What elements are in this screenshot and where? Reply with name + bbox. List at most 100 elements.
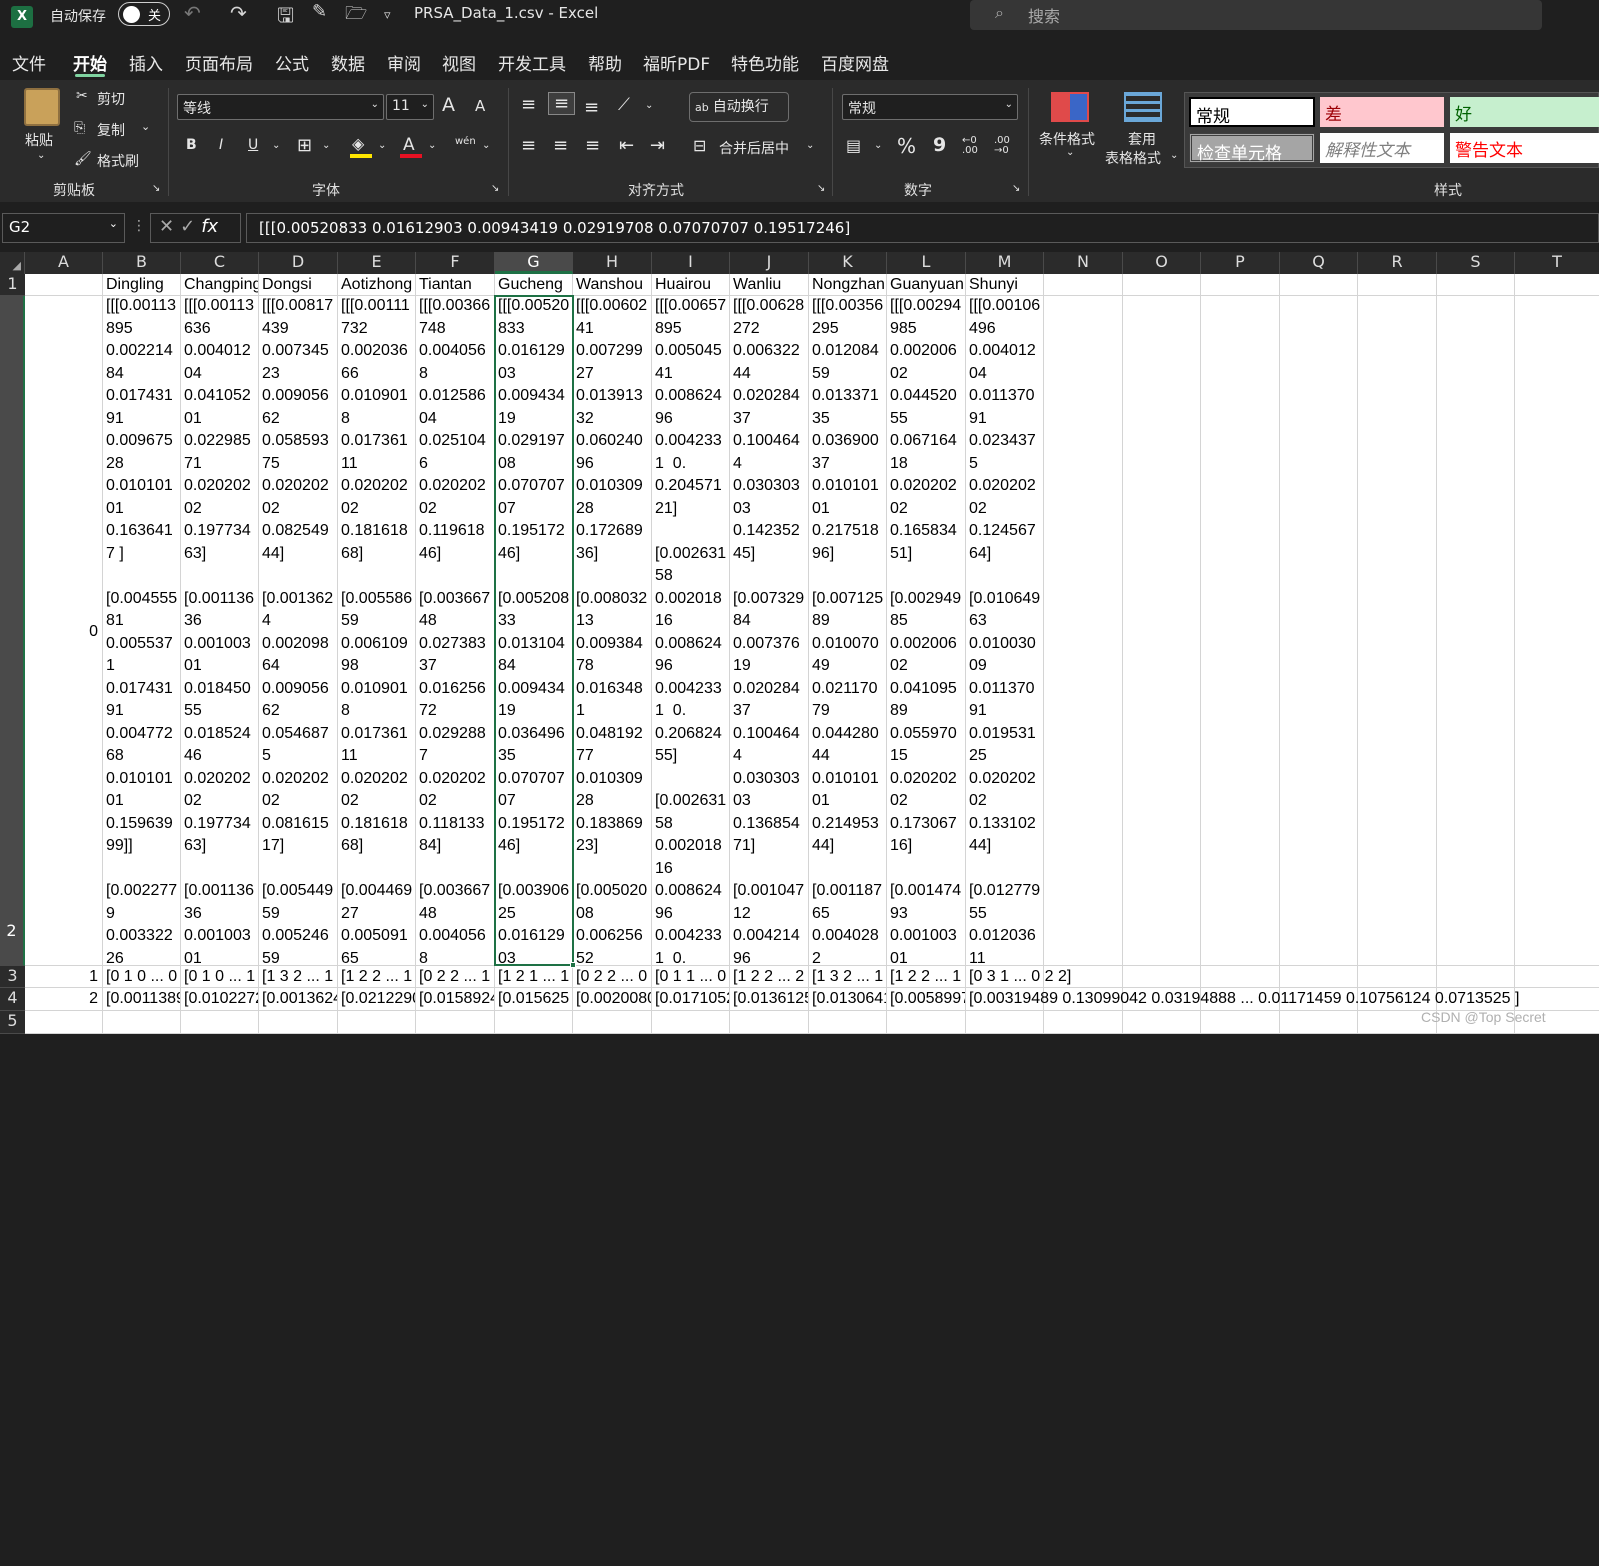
paste-button[interactable]: 粘贴: [25, 130, 53, 150]
format-painter-quick-icon[interactable]: ✎: [312, 1, 327, 22]
align-bottom-icon[interactable]: ≡: [584, 97, 599, 118]
undo-icon[interactable]: ↶: [184, 1, 201, 25]
format-painter-icon[interactable]: 🖌: [74, 151, 92, 167]
column-header[interactable]: T: [1515, 252, 1599, 274]
cell-data[interactable]: [[[0.00113 895 0.002214 84 0.017431 91 0…: [106, 295, 180, 965]
save-icon[interactable]: 🖫: [277, 1, 294, 35]
orientation-dropdown-icon[interactable]: ⌄: [645, 100, 653, 111]
cell-data[interactable]: [1 2 1 ... 1: [498, 966, 572, 989]
copy-button[interactable]: 复制: [97, 120, 125, 140]
font-color-icon[interactable]: A: [403, 135, 415, 155]
cell-data[interactable]: [[[0.00106 496 0.004012 04 0.011370 91 0…: [969, 295, 1043, 965]
cell-header[interactable]: Dongsi: [262, 274, 337, 297]
phonetic-guide-icon[interactable]: wén: [455, 136, 476, 147]
align-center-icon[interactable]: ≡: [553, 135, 568, 156]
cut-button[interactable]: 剪切: [97, 89, 125, 109]
row-header[interactable]: 3: [0, 966, 25, 988]
cell-data[interactable]: [0 2 2 ... 0: [576, 966, 651, 989]
cell-header[interactable]: Huairou: [655, 274, 729, 297]
column-header[interactable]: B: [103, 252, 181, 274]
format-as-table-line2[interactable]: 表格格式: [1105, 148, 1161, 168]
align-top-icon[interactable]: ≡: [521, 94, 536, 115]
cut-icon[interactable]: ✂: [76, 88, 88, 104]
cell-data[interactable]: [0 1 0 ... 0: [106, 966, 180, 989]
fill-color-icon[interactable]: ◈: [352, 134, 364, 153]
cell-data[interactable]: [[[0.00657 895 0.005045 41 0.008624 96 0…: [655, 295, 729, 965]
number-format-dropdown[interactable]: 常规 ⌄: [842, 94, 1018, 120]
column-header[interactable]: M: [966, 252, 1044, 274]
cell-header[interactable]: Shunyi: [969, 274, 1043, 297]
cell-data[interactable]: [[[0.00294 985 0.002006 02 0.044520 55 0…: [890, 295, 965, 965]
cell-data[interactable]: [[[0.00111 732 0.002036 66 0.010901 8 0.…: [341, 295, 415, 965]
cell-data[interactable]: [0 1 1 ... 0: [655, 966, 729, 989]
increase-decimal-icon[interactable]: ←0.00: [962, 136, 978, 156]
cell-data[interactable]: [0.015625: [498, 988, 572, 1011]
cell-data[interactable]: [[[0.00628 272 0.006322 44 0.020284 37 0…: [733, 295, 808, 965]
cell-data[interactable]: [0.0058997: [890, 988, 965, 1011]
column-header[interactable]: N: [1044, 252, 1123, 274]
row-header[interactable]: 1: [0, 274, 25, 296]
cell-data[interactable]: [[[0.00602 41 0.007299 27 0.013913 32 0.…: [576, 295, 651, 965]
borders-dropdown-icon[interactable]: ⌄: [322, 140, 330, 151]
cell-data[interactable]: [0.0011389: [106, 988, 180, 1011]
merge-center-button[interactable]: 合并后居中: [719, 138, 789, 158]
cell-data[interactable]: [[[0.00366 748 0.004056 8 0.012586 04 0.…: [419, 295, 494, 965]
conditional-format-icon[interactable]: [1051, 92, 1089, 122]
style-warning[interactable]: 警告文本: [1450, 133, 1599, 163]
accounting-format-icon[interactable]: ▤: [846, 136, 861, 155]
cell-header[interactable]: Changping: [184, 274, 258, 297]
clipboard-launcher-icon[interactable]: ↘: [152, 183, 160, 194]
cell-data[interactable]: [[[0.00817 439 0.007345 23 0.009056 62 0…: [262, 295, 337, 965]
enter-icon[interactable]: ✓: [180, 216, 195, 237]
cancel-icon[interactable]: ✕: [159, 216, 174, 237]
column-header[interactable]: C: [181, 252, 259, 274]
format-as-table-line1[interactable]: 套用: [1128, 129, 1156, 149]
paste-dropdown-icon[interactable]: ⌄: [37, 150, 45, 161]
conditional-format-dropdown-icon[interactable]: ⌄: [1066, 147, 1074, 158]
conditional-format-button[interactable]: 条件格式: [1039, 129, 1095, 149]
merge-center-icon[interactable]: ⊟: [693, 136, 706, 155]
font-name-dropdown[interactable]: 等线 ⌄: [177, 94, 384, 120]
align-right-icon[interactable]: ≡: [585, 135, 600, 156]
orientation-icon[interactable]: ⟋: [618, 95, 630, 115]
column-header[interactable]: I: [652, 252, 730, 274]
tab-help[interactable]: 帮助: [588, 50, 622, 75]
column-header[interactable]: D: [259, 252, 338, 274]
tab-page-layout[interactable]: 页面布局: [185, 50, 253, 75]
format-painter-button[interactable]: 格式刷: [97, 151, 139, 171]
phonetic-dropdown-icon[interactable]: ⌄: [482, 140, 490, 151]
cell-data[interactable]: [1 3 2 ... 1: [812, 966, 886, 989]
shrink-font-icon[interactable]: A: [475, 97, 485, 115]
fill-color-dropdown-icon[interactable]: ⌄: [378, 140, 386, 151]
increase-indent-icon[interactable]: ⇥: [650, 135, 665, 156]
column-header[interactable]: H: [573, 252, 652, 274]
column-header[interactable]: L: [887, 252, 966, 274]
cell-data[interactable]: [0.0013624: [262, 988, 337, 1011]
font-color-dropdown-icon[interactable]: ⌄: [428, 140, 436, 151]
column-header[interactable]: A: [25, 252, 103, 274]
cell-header[interactable]: Nongzhan: [812, 274, 886, 297]
tab-formulas[interactable]: 公式: [275, 50, 309, 75]
column-header[interactable]: E: [338, 252, 416, 274]
name-box[interactable]: G2 ⌄: [2, 213, 125, 243]
underline-dropdown-icon[interactable]: ⌄: [272, 140, 280, 151]
comma-style-button[interactable]: 9: [933, 134, 946, 156]
tab-foxit-pdf[interactable]: 福昕PDF: [643, 50, 710, 75]
cell-data[interactable]: [[[0.00356 295 0.012084 59 0.013371 35 0…: [812, 295, 886, 965]
italic-button[interactable]: I: [219, 137, 223, 153]
copy-dropdown-icon[interactable]: ⌄: [141, 120, 150, 133]
copy-icon[interactable]: ⎘: [74, 120, 85, 136]
cell-data[interactable]: [0 1 0 ... 1: [184, 966, 258, 989]
row-header-selected[interactable]: 2: [0, 296, 25, 966]
cell-header[interactable]: Wanshou: [576, 274, 651, 297]
font-launcher-icon[interactable]: ↘: [491, 183, 499, 194]
cell-data[interactable]: [1 2 2 ... 1: [341, 966, 415, 989]
cell-data[interactable]: [0.0158924: [419, 988, 494, 1011]
column-header[interactable]: Q: [1280, 252, 1358, 274]
cell-data[interactable]: [1 2 2 ... 2: [733, 966, 808, 989]
decrease-indent-icon[interactable]: ⇤: [619, 135, 634, 156]
font-size-dropdown[interactable]: 11 ⌄: [386, 94, 434, 120]
select-all-corner[interactable]: ◢: [0, 252, 25, 274]
cell-header[interactable]: Tiantan: [419, 274, 494, 297]
cell-data[interactable]: [0.0020080: [576, 988, 651, 1011]
